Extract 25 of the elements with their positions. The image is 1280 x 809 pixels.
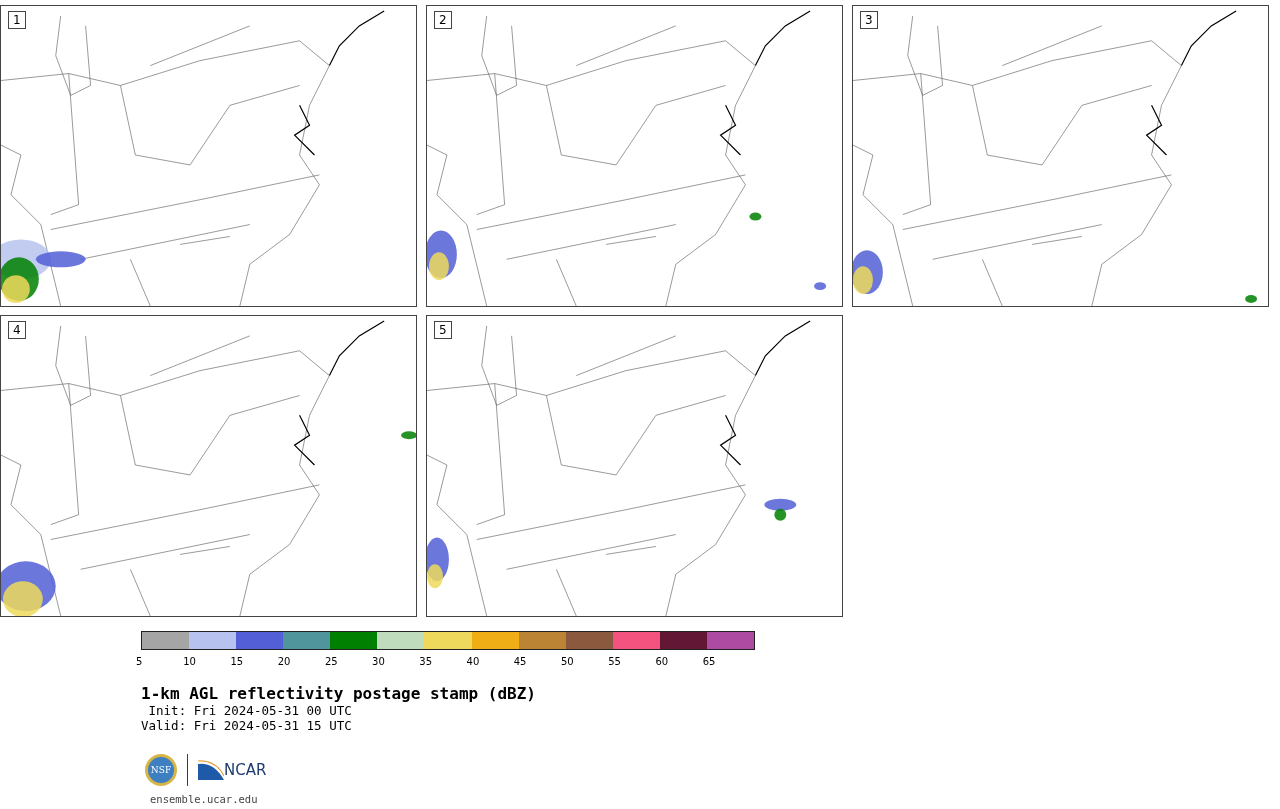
tick-label: 45 (513, 655, 528, 664)
swoosh-icon (198, 760, 224, 780)
tick-label: 25 (324, 655, 339, 664)
tick-label: 60 (655, 655, 670, 664)
seal-logo: NSF (145, 754, 177, 786)
panel-number: 4 (8, 321, 26, 339)
tick-label: 55 (608, 655, 622, 664)
tick-label: 35 (419, 655, 434, 664)
logo-text: NCAR (224, 761, 267, 779)
tick-label: 10 (183, 655, 197, 664)
tick-label: 40 (466, 655, 481, 664)
tick-label: 30 (372, 655, 386, 664)
tick-label: 5 (136, 655, 144, 664)
panel-number: 2 (434, 11, 452, 29)
panel-number: 1 (8, 11, 26, 29)
chart-title: 1-km AGL reflectivity postage stamp (dBZ) (141, 684, 537, 703)
valid-time: Valid: Fri 2024-05-31 15 UTC (141, 718, 353, 733)
init-time: Init: Fri 2024-05-31 00 UTC (147, 703, 353, 718)
tick-label: 50 (560, 655, 575, 664)
tick-label: 65 (702, 655, 717, 664)
panel-number: 3 (860, 11, 878, 29)
site-url: ensemble.ucar.edu (150, 793, 259, 805)
panel-number: 5 (434, 321, 452, 339)
tick-label: 20 (277, 655, 292, 664)
tick-label: 15 (230, 655, 245, 664)
